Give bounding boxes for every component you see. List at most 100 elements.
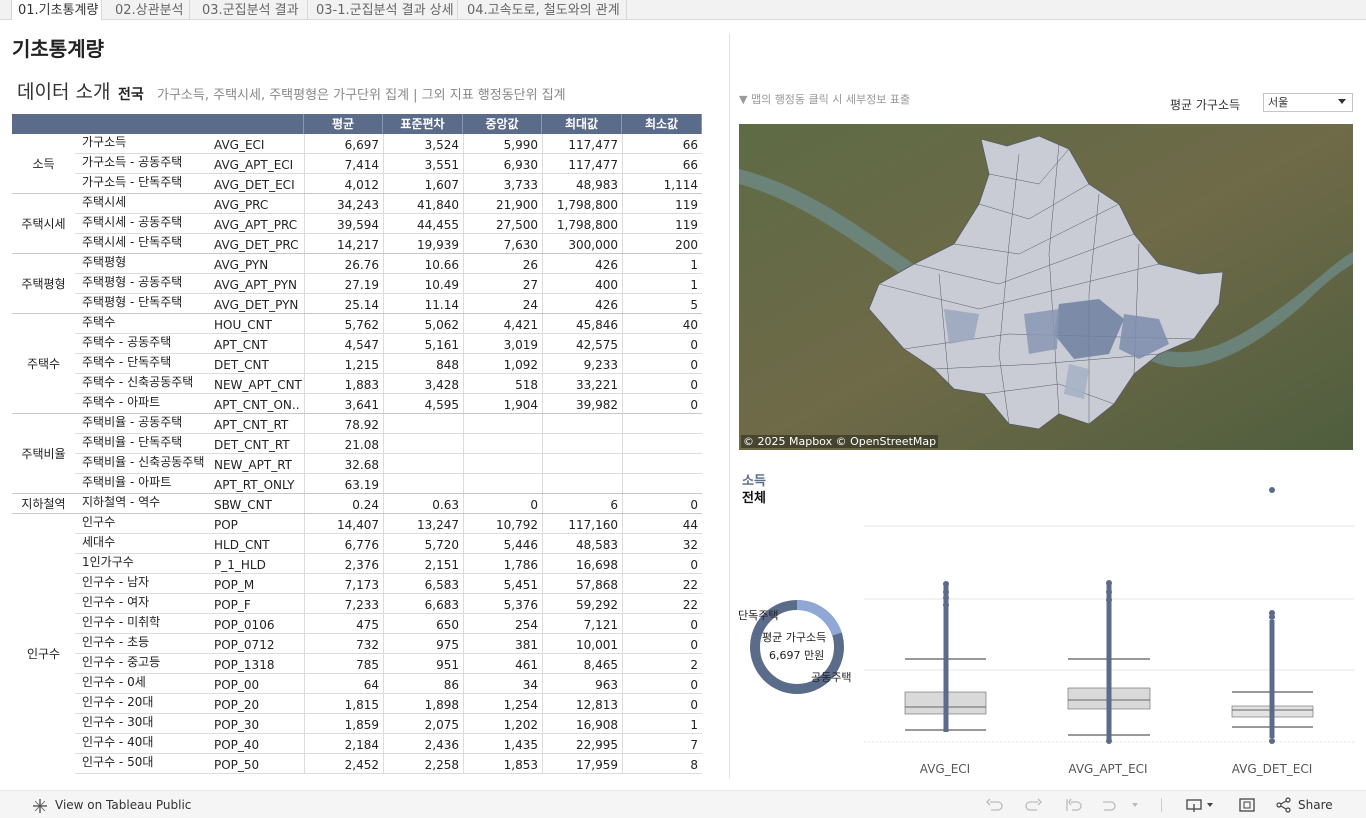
map-canvas[interactable] [739,124,1353,450]
cell-mean: 2,184 [344,738,379,752]
table-row[interactable]: 인구수 - 20대 POP_20 1,815 1,898 1,254 12,813 0 [12,694,702,714]
table-row[interactable]: 지하철역 - 역수 SBW_CNT 0.24 0.63 0 6 0 [12,494,702,514]
row-variable-code: POP_F [214,598,251,612]
undo-icon[interactable] [985,797,1003,813]
cell-mean: 785 [356,658,379,672]
column-divider [383,474,384,494]
column-divider [383,414,384,434]
panel-divider [729,34,730,778]
column-divider [622,414,623,434]
tab-highway-railway[interactable]: 04.고속도로, 철도와의 관계 [461,0,627,20]
cell-min: 1,114 [663,178,698,192]
table-row[interactable]: 가구소득 AVG_ECI 6,697 3,524 5,990 117,477 66 [12,134,702,154]
cell-std: 2,436 [424,738,459,752]
tab-cluster-result[interactable]: 03.군집분석 결과 [196,0,308,20]
cell-max: 17,959 [576,758,618,772]
cell-median: 34 [522,678,538,692]
table-row[interactable]: 가구소득 - 단독주택 AVG_DET_ECI 4,012 1,607 3,733 48,… [12,174,702,194]
income-panel-subtitle: 전체 [742,491,766,506]
table-row[interactable]: 인구수 - 남자 POP_M 7,173 6,583 5,451 57,868 22 [12,574,702,594]
fullscreen-icon[interactable] [1238,797,1256,813]
tab-correlation[interactable]: 02.상관분석 [109,0,190,20]
row-label-ko: 주택수 - 신축공동주택 [82,375,194,389]
column-divider [542,454,543,474]
row-label-ko: 주택비율 - 아파트 [82,475,172,489]
cell-max: 117,477 [568,158,618,172]
cell-min: 1 [690,278,698,292]
table-row[interactable]: 인구수 - 여자 POP_F 7,233 6,683 5,376 59,292 22 [12,594,702,614]
cell-max: 963 [595,678,618,692]
table-row[interactable]: 인구수 - 중고등 POP_1318 785 951 461 8,465 2 [12,654,702,674]
cell-median: 0 [530,498,538,512]
table-row[interactable]: 세대수 HLD_CNT 6,776 5,720 5,446 48,583 32 [12,534,702,554]
map-attribution[interactable]: © 2025 Mapbox © OpenStreetMap [741,435,939,448]
share-button[interactable]: Share [1298,798,1333,812]
region-filter-select[interactable]: 서울 [1263,93,1353,112]
cell-std: 44,455 [417,218,459,232]
table-row[interactable]: 인구수 - 30대 POP_30 1,859 2,075 1,202 16,908 1 [12,714,702,734]
row-label-ko: 인구수 - 50대 [82,755,154,769]
column-divider [542,414,543,434]
table-row[interactable]: 인구수 - 0세 POP_00 64 86 34 963 0 [12,674,702,694]
cell-min: 0 [690,358,698,372]
table-row[interactable]: 가구소득 - 공동주택 AVG_APT_ECI 7,414 3,551 6,930 117… [12,154,702,174]
table-row[interactable]: 주택비율 - 신축공동주택 NEW_APT_RT 32.68 [12,454,702,474]
box-avg-apt-eci[interactable] [1067,580,1151,744]
table-row[interactable]: 주택시세 AVG_PRC 34,243 41,840 21,900 1,798,800 11… [12,194,702,214]
cell-std: 5,062 [424,318,459,332]
table-row[interactable]: 주택비율 - 아파트 APT_RT_ONLY 63.19 [12,474,702,494]
table-row[interactable]: 1인가구수 P_1_HLD 2,376 2,151 1,786 16,698 0 [12,554,702,574]
column-divider [383,454,384,474]
table-row[interactable]: 주택수 - 공동주택 APT_CNT 4,547 5,161 3,019 42,575 0 [12,334,702,354]
share-icon[interactable] [1275,797,1293,813]
column-divider [463,474,464,494]
table-row[interactable]: 주택시세 - 공동주택 AVG_APT_PRC 39,594 44,455 27,500… [12,214,702,234]
redo-icon[interactable] [1025,797,1043,813]
cell-mean: 27.19 [344,278,379,292]
download-icon[interactable] [1186,797,1218,813]
income-donut-chart[interactable]: 단독주택 공동주택 평균 가구소득 6,697 만원 [737,590,861,700]
refresh-dropdown-icon[interactable] [1100,797,1142,813]
group-label: 주택평형 [21,277,66,291]
row-label-ko: 인구수 - 미취학 [82,615,161,629]
tableau-logo-icon[interactable] [33,799,47,813]
table-row[interactable]: 주택수 - 아파트 APT_CNT_ON.. 3,641 4,595 1,904 39,9… [12,394,702,414]
table-row[interactable]: 주택수 - 신축공동주택 NEW_APT_CNT 1,883 3,428 518 33,2… [12,374,702,394]
seoul-choropleth-map[interactable]: © 2025 Mapbox © OpenStreetMap [739,124,1353,450]
tab-basic-stats[interactable]: 01.기초통계량 [11,0,102,20]
row-label-ko: 인구수 - 중고등 [82,655,161,669]
table-row[interactable]: 주택비율 - 단독주택 DET_CNT_RT 21.08 [12,434,702,454]
table-row[interactable]: 주택수 - 단독주택 DET_CNT 1,215 848 1,092 9,233 0 [12,354,702,374]
box-avg-det-eci[interactable] [1231,610,1314,744]
table-row[interactable]: 주택시세 - 단독주택 AVG_DET_PRC 14,217 19,939 7,630 3… [12,234,702,254]
table-row[interactable]: 주택평형 - 단독주택 AVG_DET_PYN 25.14 11.14 24 426 5 [12,294,702,314]
table-row[interactable]: 주택평형 AVG_PYN 26.76 10.66 26 426 1 [12,254,702,274]
tab-cluster-detail[interactable]: 03-1.군집분석 결과 상세 [310,0,458,20]
cell-std: 1,607 [424,178,459,192]
table-row[interactable]: 인구수 - 50대 POP_50 2,452 2,258 1,853 17,959 8 [12,754,702,774]
table-row[interactable]: 인구수 - 초등 POP_0712 732 975 381 10,001 0 [12,634,702,654]
box-avg-eci[interactable] [904,581,987,732]
view-on-tableau-link[interactable]: View on Tableau Public [55,798,191,812]
row-variable-code: HOU_CNT [214,318,272,332]
cell-mean: 39,594 [337,218,379,232]
cell-mean: 78.92 [344,418,379,432]
table-row[interactable]: 인구수 - 40대 POP_40 2,184 2,436 1,435 22,995 7 [12,734,702,754]
group-label: 주택수 [26,357,61,371]
cell-std: 13,247 [417,518,459,532]
table-row[interactable]: 주택비율 - 공동주택 APT_CNT_RT 78.92 [12,414,702,434]
revert-icon[interactable] [1064,797,1082,813]
table-row[interactable]: 인구수 POP 14,407 13,247 10,792 117,160 44 [12,514,702,534]
table-row[interactable]: 인구수 - 미취학 POP_0106 475 650 254 7,121 0 [12,614,702,634]
outlier-point[interactable] [1269,487,1275,493]
table-row[interactable]: 주택수 HOU_CNT 5,762 5,062 4,421 45,846 40 [12,314,702,334]
cell-median: 1,254 [503,698,538,712]
row-divider [75,773,702,774]
row-variable-code: APT_CNT_RT [214,418,289,432]
section-title: 데이터 소개 [17,81,111,103]
column-divider [622,434,623,454]
income-boxplot[interactable] [864,470,1354,780]
cell-median: 1,435 [503,738,538,752]
row-variable-code: SBW_CNT [214,498,272,512]
table-row[interactable]: 주택평형 - 공동주택 AVG_APT_PYN 27.19 10.49 27 400 1 [12,274,702,294]
